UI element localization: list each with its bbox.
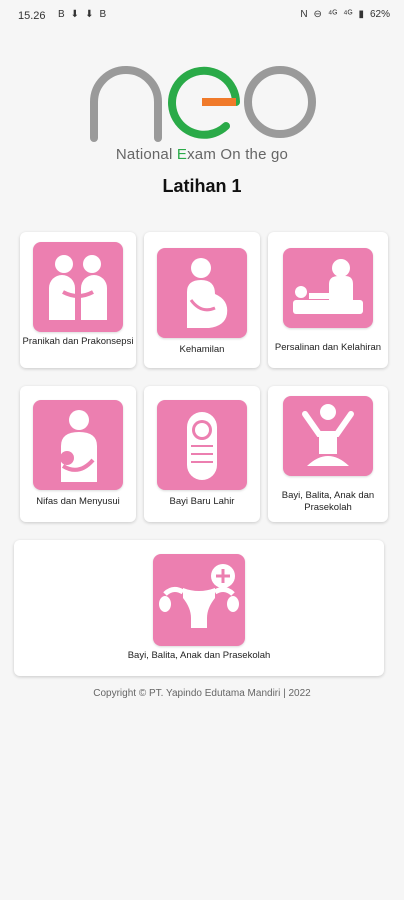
category-card-kehamilan[interactable]: Kehamilan [144,232,260,368]
logo-tagline: National Exam On the go [0,146,404,163]
pregnancy-icon [157,248,247,338]
newborn-icon [157,400,247,490]
battery-icon: ▮ [358,9,364,20]
system-icons: N ⊖ ⁴ᴳ ⁴ᴳ ▮ 62% [300,9,390,20]
tagline-part: National [115,146,177,163]
nfc-icon: N [300,9,308,20]
breastfeeding-icon [33,400,123,490]
tagline-highlight: E [176,146,188,163]
notification-b-icon: B [58,9,65,20]
network-icon: ⁴ᴳ [327,9,338,20]
notification-icons: B ⬇ ⬇ B [58,9,106,20]
category-card-nifas[interactable]: Nifas dan Menyusui [20,386,136,522]
notification-b-icon: B [99,9,107,20]
battery-percent: 62% [369,9,390,20]
category-label: Nifas dan Menyusui [36,496,120,507]
couple-icon [33,242,123,332]
category-label: Pranikah dan Prakonsepsi [22,336,134,347]
copyright-text: Copyright © PT. Yapindo Edutama Mandiri … [93,688,311,699]
category-card-bayi-balita[interactable]: Bayi, Balita, Anak dan Prasekolah [268,386,388,522]
category-card-pranikah[interactable]: Pranikah dan Prakonsepsi [20,232,136,368]
download-icon: ⬇ [70,9,80,20]
child-icon [283,396,373,476]
signal-icon: ⁴ᴳ [343,9,353,20]
category-card-kesehatan-reproduksi[interactable]: Bayi, Balita, Anak dan Prasekolah [14,540,384,676]
category-label: Kehamilan [179,344,225,355]
category-label: Bayi, Balita, Anak dan Prasekolah [127,650,271,661]
page-title: Latihan 1 [162,176,242,196]
category-label: Bayi Baru Lahir [169,496,235,507]
category-card-persalinan[interactable]: Persalinan dan Kelahiran [268,232,388,368]
labor-icon [283,248,373,328]
status-time: 15.26 [18,10,46,22]
tagline-part: xam On the go [187,146,289,163]
status-bar: 15.26 B ⬇ ⬇ B N ⊖ ⁴ᴳ ⁴ᴳ ▮ 62% [0,0,404,32]
category-label: Bayi, Balita, Anak dan Prasekolah [281,490,375,513]
download-icon: ⬇ [85,9,94,20]
category-card-bayi-baru-lahir[interactable]: Bayi Baru Lahir [144,386,260,522]
neo-logo-mark [90,66,316,142]
category-label: Persalinan dan Kelahiran [274,342,382,353]
reproductive-health-icon [153,554,245,646]
dnd-icon: ⊖ [313,9,322,20]
